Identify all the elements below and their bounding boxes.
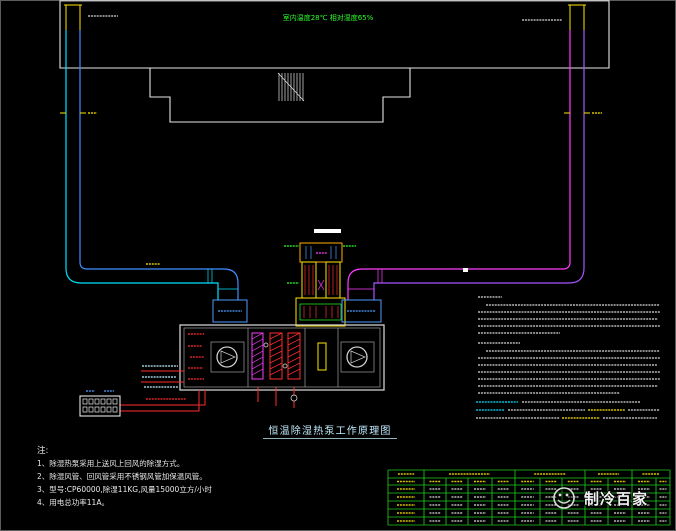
note-item: 2、除湿风管、回风管采用不锈钢风管加保温风管。 xyxy=(37,471,207,481)
watermark-text: 制冷百家 xyxy=(584,490,648,508)
note-item: 3、型号:CP60000,除湿11KG,风量15000立方/小时 xyxy=(37,484,212,494)
note-item: 1、除湿热泵采用上送风上回风的除湿方式。 xyxy=(37,458,184,468)
drawing-background xyxy=(0,0,676,531)
cad-drawing: 室内温度28℃ 相对湿度65% 恒温除湿热泵工作原理图 注: 1、除湿热泵采用上… xyxy=(0,0,676,531)
note-item: 4、用电总功率11A。 xyxy=(37,497,109,507)
watermark: 制冷百家 xyxy=(553,487,648,509)
duct-marker xyxy=(463,268,468,272)
notes-heading: 注: xyxy=(37,445,48,456)
diagram-title: 恒温除湿热泵工作原理图 xyxy=(268,424,391,437)
section-marker-bar xyxy=(314,229,341,233)
room-condition-label: 室内温度28℃ 相对湿度65% xyxy=(283,13,374,22)
watermark-logo-icon xyxy=(553,487,575,509)
pool-ladder xyxy=(277,72,305,102)
